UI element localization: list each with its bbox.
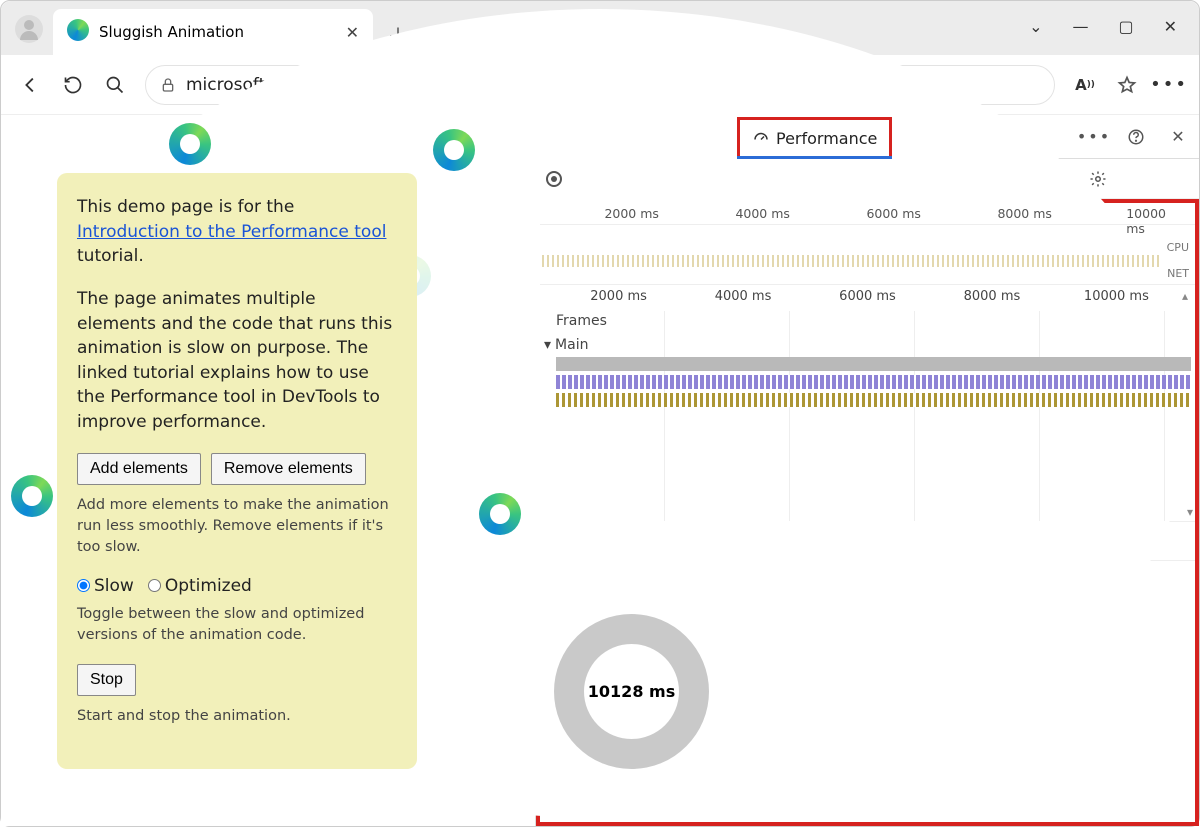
browser-tab[interactable]: Sluggish Animation ✕ [53,9,373,55]
tick: 8000 ms [997,206,1051,221]
radio-optimized-label: Optimized [165,576,252,596]
profile-avatar[interactable] [15,15,43,43]
record-button[interactable] [546,171,562,187]
more-tools-icon[interactable]: ••• [1079,122,1109,152]
settings-icon[interactable] [1089,170,1107,188]
help-icon[interactable] [1121,122,1151,152]
lock-icon [160,77,176,93]
intro-paragraph: This demo page is for the Introduction t… [77,195,397,269]
net-label: NET [1167,267,1189,280]
page-viewport: This demo page is for the Introduction t… [1,115,535,826]
tick: 6000 ms [839,289,896,304]
tick: 6000 ms [866,206,920,221]
edge-logo-icon [11,475,53,517]
more-icon[interactable]: ••• [1157,73,1181,97]
tick: 10000 ms [1084,289,1149,304]
tick: 2000 ms [590,289,647,304]
radio-optimized[interactable]: Optimized [148,576,252,596]
tick: 2000 ms [604,206,658,221]
donut-center-label: 10128 ms [588,682,675,701]
intro-link[interactable]: Introduction to the Performance tool [77,222,386,242]
edge-logo-icon [433,129,475,171]
radio-slow[interactable]: Slow [77,576,134,596]
back-button[interactable] [19,73,43,97]
cpu-label: CPU [1167,241,1189,254]
maximize-icon[interactable]: ▢ [1118,17,1133,36]
close-tab-icon[interactable]: ✕ [346,23,359,42]
close-window-icon[interactable]: ✕ [1164,17,1177,36]
browser-titlebar: Sluggish Animation ✕ ＋ ⌄ — ▢ ✕ [1,1,1199,55]
tab-title: Sluggish Animation [99,23,244,41]
tick: 4000 ms [735,206,789,221]
tick: 8000 ms [964,289,1021,304]
demo-card: This demo page is for the Introduction t… [57,173,417,769]
stop-button[interactable]: Stop [77,664,136,696]
overview-axis: 2000 ms 4000 ms 6000 ms 8000 ms 10000 ms [540,203,1195,225]
edge-logo-icon [479,493,521,535]
chevron-down-icon[interactable]: ⌄ [1029,17,1042,36]
description-paragraph: The page animates multiple elements and … [77,287,397,435]
detail-axis: 2000 ms 4000 ms 6000 ms 8000 ms 10000 ms… [540,285,1195,311]
read-aloud-icon[interactable]: A)) [1073,73,1097,97]
hint-toggle: Toggle between the slow and optimized ve… [77,604,397,646]
edge-icon [67,19,89,45]
summary-donut: 10128 ms [554,614,709,769]
overview-strip[interactable]: CPU NET [540,225,1195,285]
close-devtools-icon[interactable]: ✕ [1163,122,1193,152]
reload-button[interactable] [61,73,85,97]
remove-elements-button[interactable]: Remove elements [211,453,366,485]
flame-chart[interactable] [556,357,1191,421]
radio-slow-label: Slow [94,576,134,596]
add-elements-button[interactable]: Add elements [77,453,201,485]
tab-performance-label: Performance [776,129,877,148]
intro-text-post: tutorial. [77,246,144,266]
timeline-body[interactable]: Frames ▾ Main ▾ [540,311,1195,521]
intro-text-pre: This demo page is for the [77,197,294,217]
search-icon[interactable] [103,73,127,97]
hint-elements: Add more elements to make the animation … [77,495,397,558]
minimize-icon[interactable]: — [1072,17,1088,36]
hint-stop: Start and stop the animation. [77,706,397,727]
edge-logo-icon [169,123,211,165]
tick: 4000 ms [715,289,772,304]
tab-performance[interactable]: Performance [737,117,892,157]
favorite-icon[interactable] [1115,73,1139,97]
